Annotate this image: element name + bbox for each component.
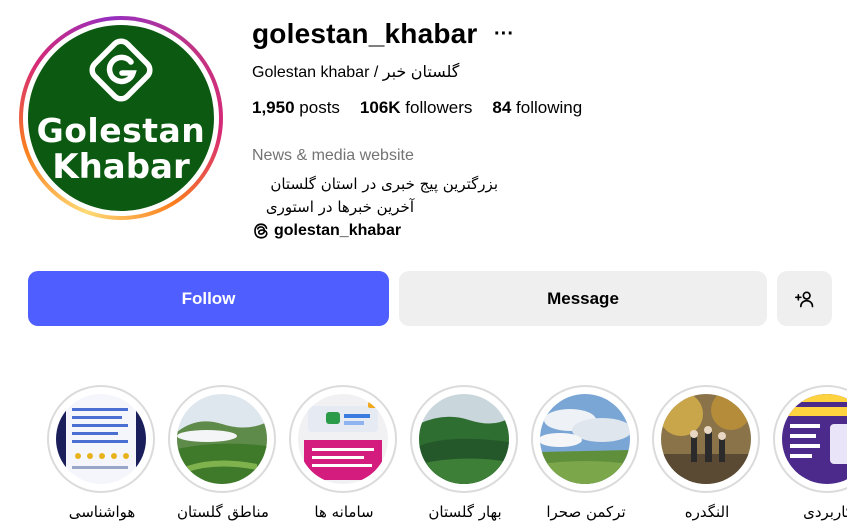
- bio-line-2: آخرین خبرها در استوری: [265, 198, 414, 216]
- green-valley-thumbnail: [419, 394, 509, 484]
- more-options-button[interactable]: ···: [494, 24, 514, 44]
- highlight-label: بهار گلستان: [428, 503, 502, 521]
- follow-button[interactable]: Follow: [28, 271, 389, 326]
- highlight-ring: [47, 385, 155, 493]
- exam-tips-thumbnail: [782, 394, 847, 484]
- profile-category: News & media website: [252, 147, 414, 164]
- highlight-label: سامانه ها: [314, 503, 374, 521]
- highlight-label: النگدره: [684, 503, 730, 521]
- followers-label: followers: [405, 98, 473, 117]
- bio-line-1: بزرگترین پیج خبری در استان گلستان: [270, 175, 498, 193]
- followers-count: 106K: [359, 98, 401, 117]
- posts-stat: 1,950 posts: [252, 98, 340, 118]
- profile-avatar-ring[interactable]: Golestan Khabar: [19, 16, 223, 220]
- highlight-label: ترکمن صحرا: [546, 503, 626, 521]
- threads-handle: golestan_khabar: [274, 222, 402, 239]
- message-button[interactable]: Message: [399, 271, 767, 326]
- posts-label: posts: [299, 98, 340, 117]
- app-screenshot-thumbnail: [298, 394, 388, 484]
- logo-text-khabar: Khabar: [52, 147, 190, 187]
- following-label: following: [516, 98, 583, 117]
- golestan-logo-icon: [89, 38, 153, 102]
- logo-text-golestan: Golestan: [36, 111, 206, 150]
- threads-icon: [254, 223, 268, 239]
- highlight-ring: [410, 385, 518, 493]
- highlight-ring: [652, 385, 760, 493]
- profile-stats: 1,950 posts 106K followers 84 following: [252, 98, 582, 118]
- highlight-label: مناطق گلستان: [177, 503, 269, 521]
- profile-avatar[interactable]: Golestan Khabar: [28, 25, 214, 211]
- forest-landscape-thumbnail: [177, 394, 267, 484]
- followers-stat[interactable]: 106K followers: [360, 98, 472, 118]
- autumn-park-thumbnail: [661, 394, 751, 484]
- highlight-ring: [289, 385, 397, 493]
- highlight-label: کاربردی: [803, 503, 847, 521]
- posts-count: 1,950: [252, 98, 295, 117]
- suggested-accounts-button[interactable]: [777, 271, 832, 326]
- highlight-ring: [773, 385, 847, 493]
- profile-full-name: Golestan khabar / گلستان خبر: [252, 64, 460, 81]
- highlight-ring: [531, 385, 639, 493]
- profile-username: golestan_khabar: [252, 18, 478, 49]
- following-stat[interactable]: 84 following: [492, 98, 582, 118]
- steppe-sky-thumbnail: [540, 394, 630, 484]
- following-count: 84: [492, 98, 512, 117]
- weather-document-thumbnail: [56, 394, 146, 484]
- add-person-icon: [794, 291, 813, 307]
- highlight-ring: [168, 385, 276, 493]
- highlight-label: هواشناسی: [68, 503, 136, 521]
- threads-link[interactable]: golestan_khabar: [252, 222, 401, 240]
